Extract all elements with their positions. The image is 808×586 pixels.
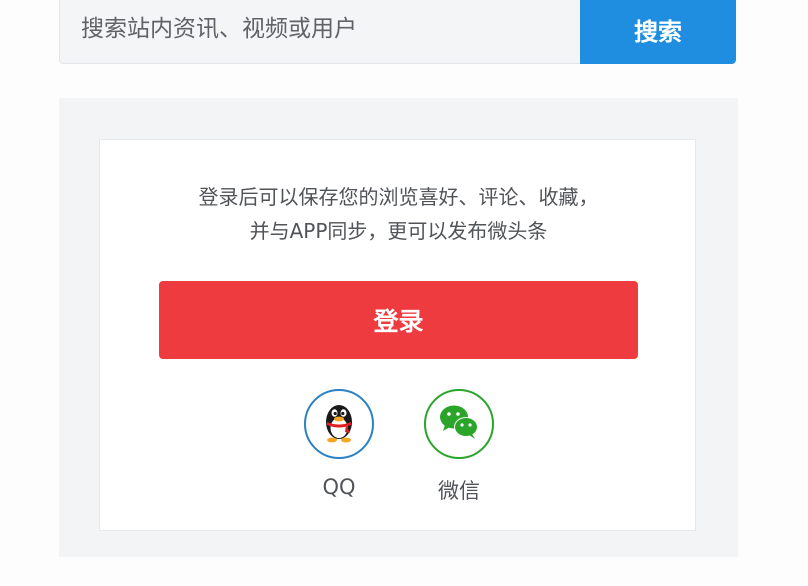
wechat-login-button[interactable]: 微信 — [422, 389, 496, 505]
login-button[interactable]: 登录 — [159, 281, 638, 359]
qq-login-button[interactable]: QQ — [302, 389, 376, 499]
wechat-label: 微信 — [438, 479, 480, 503]
page: 搜索 登录后可以保存您的浏览喜好、评论、收藏， 并与APP同步，更可以发布微头条… — [0, 0, 808, 586]
wechat-icon-circle[interactable] — [424, 389, 494, 459]
login-tip-line-2: 并与APP同步，更可以发布微头条 — [249, 219, 548, 243]
qq-label: QQ — [322, 475, 356, 499]
login-tip: 登录后可以保存您的浏览喜好、评论、收藏， 并与APP同步，更可以发布微头条 — [100, 180, 697, 248]
qq-penguin-icon — [319, 400, 359, 448]
search-bar: 搜索 — [59, 0, 736, 64]
qq-icon-circle[interactable] — [304, 389, 374, 459]
wechat-icon — [438, 403, 480, 445]
search-input[interactable] — [59, 0, 580, 64]
login-panel: 登录后可以保存您的浏览喜好、评论、收藏， 并与APP同步，更可以发布微头条 登录 — [59, 98, 738, 557]
login-card: 登录后可以保存您的浏览喜好、评论、收藏， 并与APP同步，更可以发布微头条 登录 — [99, 139, 696, 531]
login-tip-line-1: 登录后可以保存您的浏览喜好、评论、收藏， — [198, 185, 599, 209]
search-button[interactable]: 搜索 — [580, 0, 736, 64]
